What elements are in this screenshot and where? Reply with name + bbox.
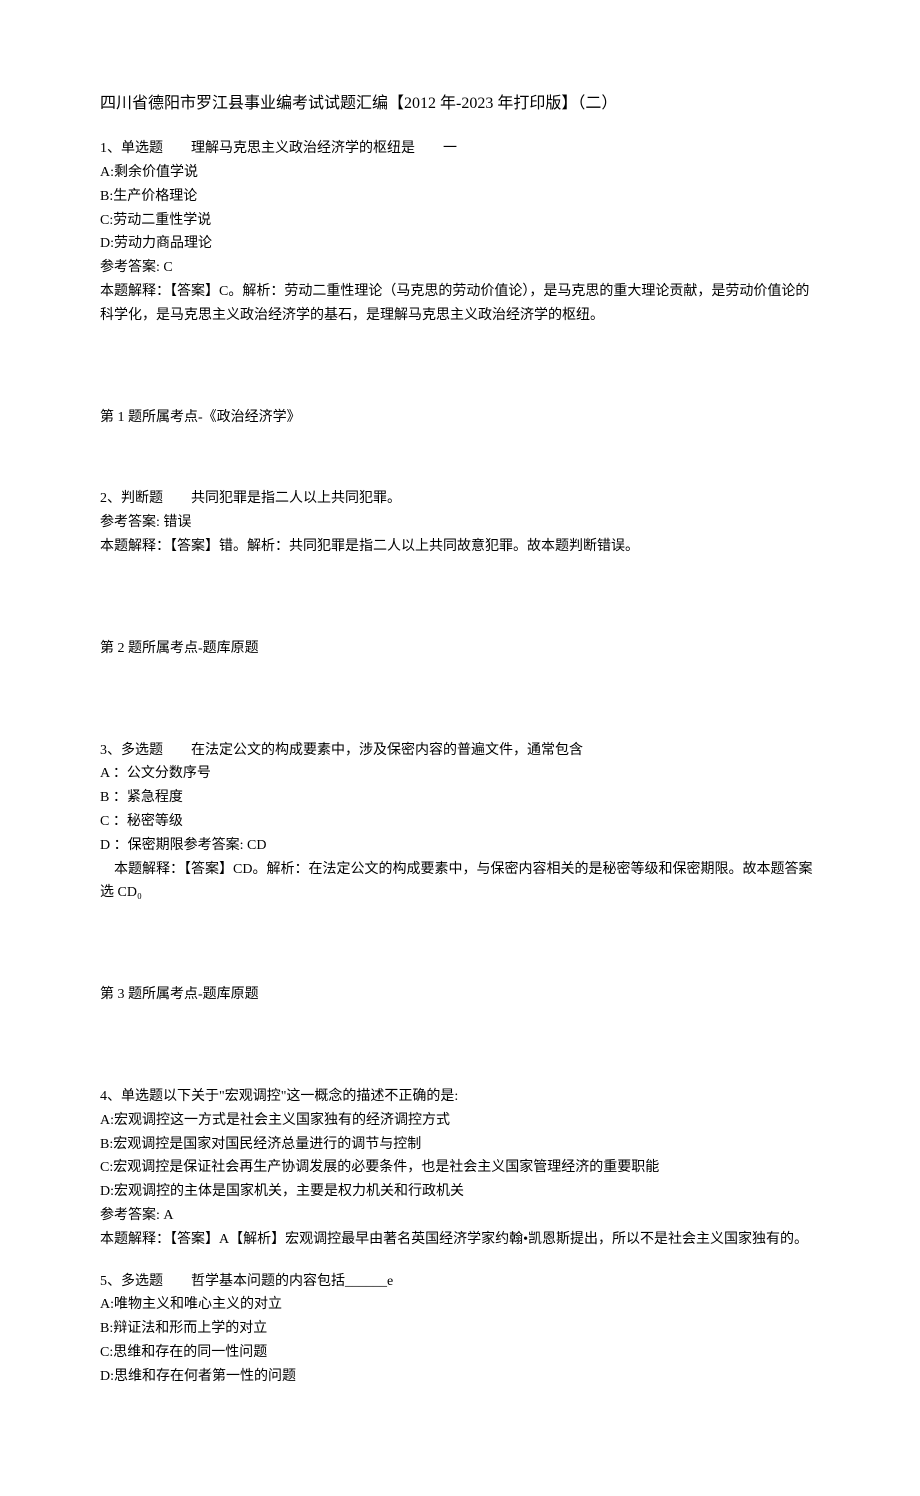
q5-option-d: D:思维和存在何者第一性的问题 [100, 1365, 820, 1389]
q5-stem: 5、多选题 哲学基本问题的内容包括______e [100, 1270, 820, 1294]
q3-explanation: 本题解释：【答案】CD。解析：在法定公文的构成要素中，与保密内容相关的是秘密等级… [100, 858, 820, 906]
q3-topic: 第 3 题所属考点-题库原题 [100, 983, 820, 1007]
question-2: 2、判断题 共同犯罪是指二人以上共同犯罪。 参考答案: 错误 本题解释：【答案】… [100, 487, 820, 558]
q2-answer: 参考答案: 错误 [100, 511, 820, 535]
q4-stem: 4、单选题以下关于"宏观调控"这一概念的描述不正确的是: [100, 1085, 820, 1109]
q1-answer: 参考答案: C [100, 256, 820, 280]
q1-explanation: 本题解释：【答案】C。解析：劳动二重性理论（马克思的劳动价值论），是马克思的重大… [100, 280, 820, 328]
q1-option-d: D:劳动力商品理论 [100, 232, 820, 256]
q3-option-c: C ：秘密等级 [100, 810, 820, 834]
q1-topic: 第 1 题所属考点-《政治经济学》 [100, 406, 820, 430]
q4-explanation: 本题解释：【答案】A【解析】宏观调控最早由著名英国经济学家约翰•凯恩斯提出，所以… [100, 1228, 820, 1252]
question-4: 4、单选题以下关于"宏观调控"这一概念的描述不正确的是: A:宏观调控这一方式是… [100, 1085, 820, 1252]
q3-stem: 3、多选题 在法定公文的构成要素中，涉及保密内容的普遍文件，通常包含 [100, 739, 820, 763]
question-5: 5、多选题 哲学基本问题的内容包括______e A:唯物主义和唯心主义的对立 … [100, 1270, 820, 1389]
q1-option-a: A:剩余价值学说 [100, 161, 820, 185]
q3-option-d: D ：保密期限参考答案: CD [100, 834, 820, 858]
q2-explanation: 本题解释：【答案】错。解析：共同犯罪是指二人以上共同故意犯罪。故本题判断错误。 [100, 535, 820, 559]
page-title: 四川省德阳市罗江县事业编考试试题汇编【2012 年-2023 年打印版】（二） [100, 90, 820, 117]
q5-option-c: C:思维和存在的同一性问题 [100, 1341, 820, 1365]
q4-option-d: D:宏观调控的主体是国家机关，主要是权力机关和行政机关 [100, 1180, 820, 1204]
q2-stem: 2、判断题 共同犯罪是指二人以上共同犯罪。 [100, 487, 820, 511]
q2-topic: 第 2 题所属考点-题库原题 [100, 637, 820, 661]
question-1: 1、单选题 理解马克思主义政治经济学的枢纽是 一 A:剩余价值学说 B:生产价格… [100, 137, 820, 327]
q4-answer: 参考答案: A [100, 1204, 820, 1228]
q5-option-a: A:唯物主义和唯心主义的对立 [100, 1293, 820, 1317]
q1-option-b: B:生产价格理论 [100, 185, 820, 209]
q1-stem: 1、单选题 理解马克思主义政治经济学的枢纽是 一 [100, 137, 820, 161]
q3-option-b: B ：紧急程度 [100, 786, 820, 810]
q5-option-b: B:辩证法和形而上学的对立 [100, 1317, 820, 1341]
q4-option-b: B:宏观调控是国家对国民经济总量进行的调节与控制 [100, 1133, 820, 1157]
q1-option-c: C:劳动二重性学说 [100, 209, 820, 233]
q3-option-a: A ：公文分数序号 [100, 762, 820, 786]
q4-option-c: C:宏观调控是保证社会再生产协调发展的必要条件，也是社会主义国家管理经济的重要职… [100, 1156, 820, 1180]
question-3: 3、多选题 在法定公文的构成要素中，涉及保密内容的普遍文件，通常包含 A ：公文… [100, 739, 820, 906]
q4-option-a: A:宏观调控这一方式是社会主义国家独有的经济调控方式 [100, 1109, 820, 1133]
